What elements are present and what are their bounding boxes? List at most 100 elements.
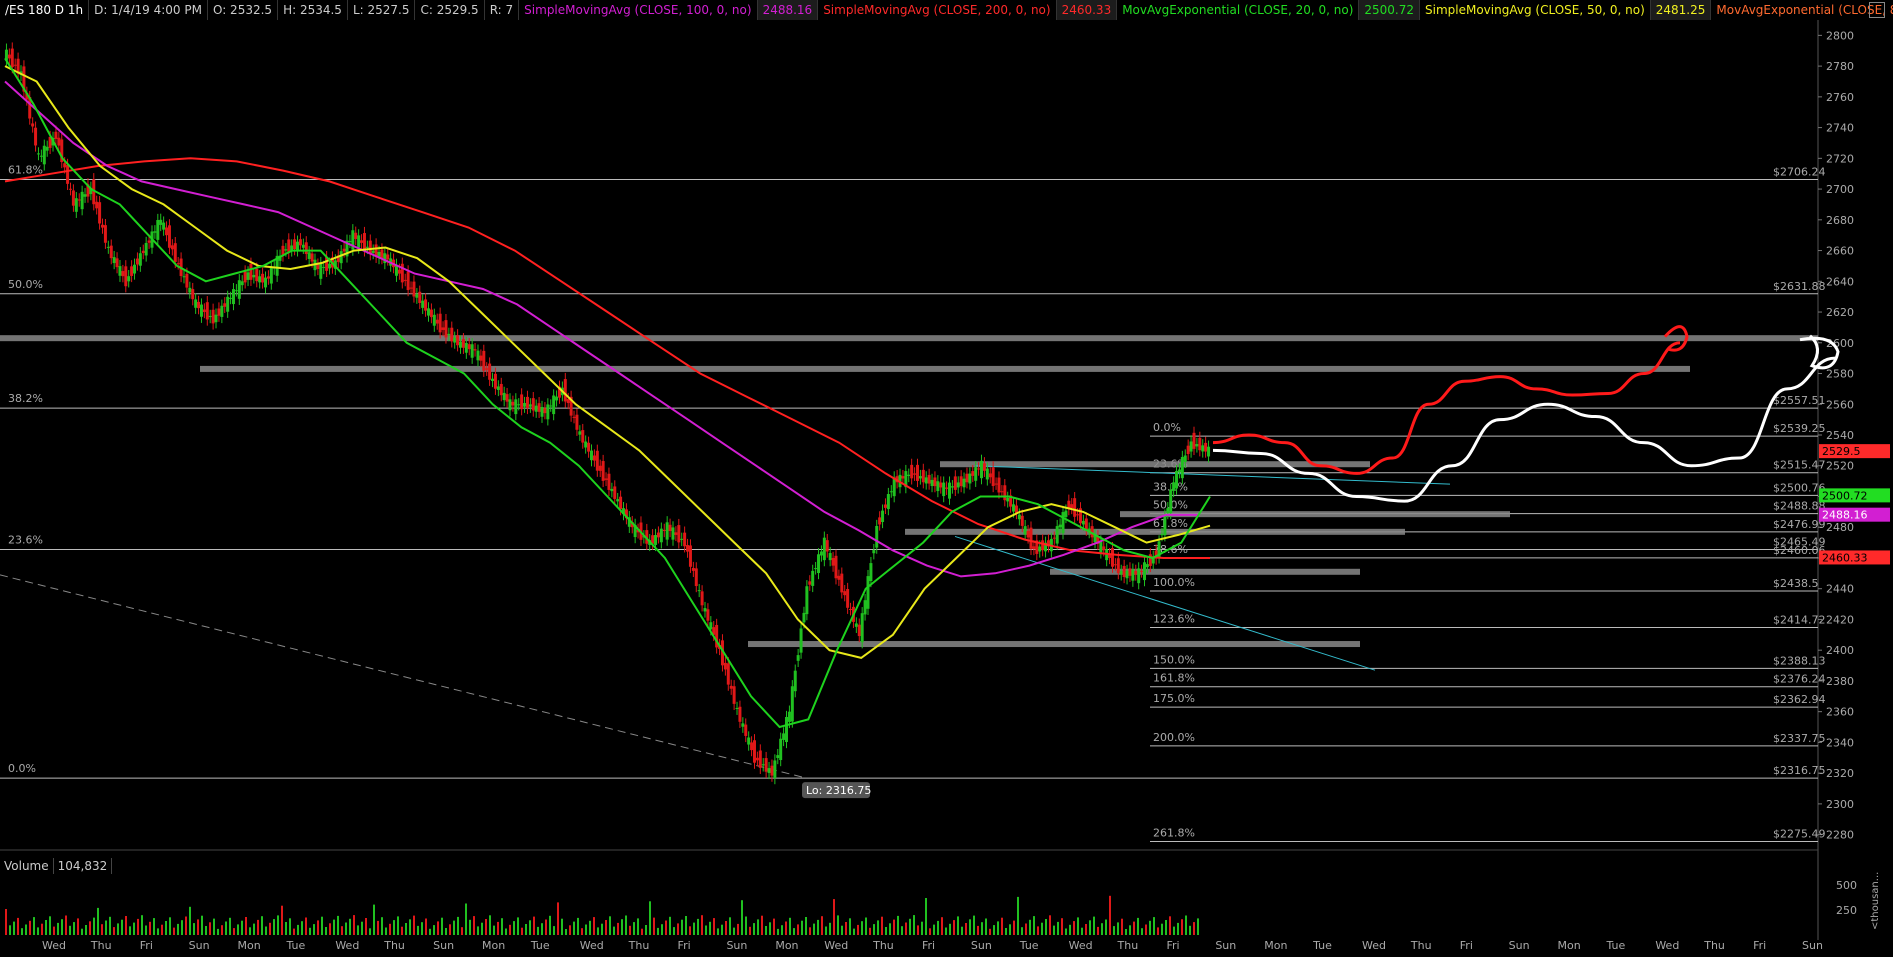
x-tick-label-18: Fri xyxy=(922,939,935,952)
candle-body xyxy=(447,333,451,335)
candle-body xyxy=(1180,456,1184,479)
candle-body xyxy=(1073,498,1077,517)
volume-bar xyxy=(245,917,247,935)
volume-bar xyxy=(493,925,495,935)
study-label-0[interactable]: SimpleMovingAvg (CLOSE, 100, 0, no) xyxy=(519,0,758,20)
volume-bar xyxy=(257,919,259,935)
volume-bar xyxy=(941,917,943,935)
candle-body xyxy=(691,568,695,571)
volume-bar xyxy=(933,924,935,935)
close-label: C: 2529.5 xyxy=(415,0,485,20)
fib-label-right-7: 123.6% xyxy=(1153,613,1195,626)
candle-body xyxy=(752,740,756,763)
candle-body xyxy=(237,280,241,299)
volume-bar xyxy=(681,919,683,935)
candle-body xyxy=(581,430,585,443)
candle-body xyxy=(156,220,160,240)
candle-body xyxy=(464,342,468,353)
volume-bar xyxy=(921,921,923,935)
volume-bar xyxy=(61,919,63,935)
candle-body xyxy=(243,271,247,283)
volume-bar xyxy=(321,916,323,935)
volume-bar xyxy=(217,928,219,935)
lower-channel-line xyxy=(954,535,1376,671)
volume-bar xyxy=(733,927,735,935)
candle-body xyxy=(1177,469,1181,473)
candle-body xyxy=(831,557,835,566)
candle-body xyxy=(133,264,137,274)
price-level-label-11: $2414.72 xyxy=(1773,614,1826,627)
volume-bar xyxy=(489,915,491,935)
volume-bar xyxy=(601,923,603,935)
candle-body xyxy=(945,487,949,489)
volume-bar xyxy=(221,925,223,935)
candle-body xyxy=(822,537,826,561)
study-label-3[interactable]: SimpleMovingAvg (CLOSE, 50, 0, no) xyxy=(1420,0,1651,20)
candle-body xyxy=(328,263,332,269)
symbol-label[interactable]: /ES 180 D 1h xyxy=(0,0,90,20)
volume-bar xyxy=(233,928,235,935)
candle-body xyxy=(482,350,486,371)
study-value-1: 2460.33 xyxy=(1056,0,1118,20)
candle-body xyxy=(444,320,448,338)
candle-body xyxy=(537,403,541,412)
price-chart[interactable]: 2280 2300 2320 2340 2360 2380 2400 2420 2440 2460… xyxy=(0,0,1893,957)
candle-body xyxy=(1172,482,1176,491)
candle-body xyxy=(1041,540,1045,551)
volume-bar xyxy=(301,921,303,935)
candle-body xyxy=(508,399,512,411)
x-tick-label-28: Thu xyxy=(1410,939,1432,952)
volume-bar xyxy=(765,926,767,935)
maximize-icon[interactable] xyxy=(1869,2,1885,18)
volume-bar xyxy=(109,916,111,935)
volume-bar xyxy=(961,926,963,935)
volume-bar xyxy=(909,918,911,935)
candle-body xyxy=(805,586,809,615)
study-label-2[interactable]: MovAvgExponential (CLOSE, 20, 0, no) xyxy=(1117,0,1360,20)
volume-bar xyxy=(701,915,703,935)
volume-bar xyxy=(621,919,623,935)
volume-bar xyxy=(333,919,335,935)
volume-bar xyxy=(185,916,187,935)
candle-body xyxy=(729,685,733,689)
volume-bar xyxy=(969,919,971,935)
candle-body xyxy=(1160,533,1164,536)
support-zone-5 xyxy=(1050,568,1360,575)
volume-bar xyxy=(705,925,707,935)
study-label-4[interactable]: MovAvgExponential (CLOSE, 8, 0, no) xyxy=(1711,0,1893,20)
volume-bar xyxy=(389,923,391,935)
candle-body xyxy=(913,473,917,475)
study-value-0: 2488.16 xyxy=(757,0,819,20)
x-tick-label-19: Sun xyxy=(971,939,992,952)
candle-body xyxy=(68,188,72,190)
x-tick-label-4: Mon xyxy=(238,939,261,952)
volume-bar xyxy=(757,919,759,935)
volume-bar xyxy=(709,921,711,935)
candle-body xyxy=(837,575,841,580)
study-label-1[interactable]: SimpleMovingAvg (CLOSE, 200, 0, no) xyxy=(818,0,1057,20)
candle-body xyxy=(141,250,145,254)
volume-bar xyxy=(685,916,687,935)
candle-body xyxy=(723,662,727,670)
price-badge-text-3: 2460.33 xyxy=(1822,551,1868,564)
volume-bar xyxy=(1113,926,1115,935)
candle-body xyxy=(744,724,748,736)
candle-body xyxy=(924,477,928,484)
candle-body xyxy=(552,395,556,415)
candle-body xyxy=(953,476,957,490)
candle-body xyxy=(493,373,497,389)
volume-bar xyxy=(9,925,11,935)
x-tick-label-22: Thu xyxy=(1117,939,1139,952)
candle-body xyxy=(947,482,951,499)
candle-body xyxy=(773,760,777,779)
price-level-label-9: $2460.06 xyxy=(1773,544,1826,557)
volume-bar xyxy=(249,927,251,935)
volume-bar xyxy=(785,921,787,935)
x-tick-label-16: Wed xyxy=(824,939,848,952)
y-tick-label-4: 2360 xyxy=(1826,706,1854,719)
volume-bar xyxy=(629,925,631,935)
volume-bar xyxy=(737,923,739,935)
candle-body xyxy=(418,291,422,303)
volume-bar xyxy=(1017,896,1019,935)
candle-body xyxy=(319,263,323,279)
